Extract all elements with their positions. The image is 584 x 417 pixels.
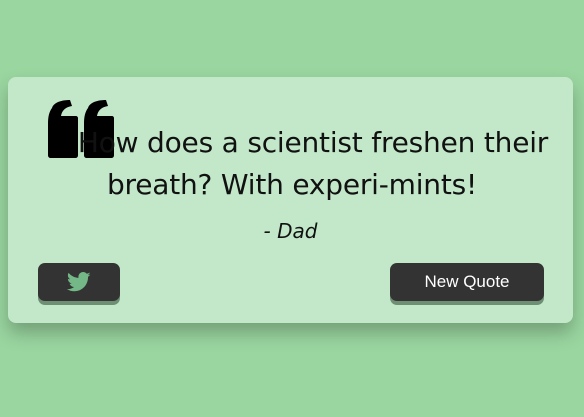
quote-card: How does a scientist freshen their breat…	[8, 77, 573, 323]
quote-text: How does a scientist freshen their breat…	[77, 126, 549, 201]
tweet-button[interactable]	[38, 263, 120, 301]
quote-author: - Dad	[263, 219, 318, 243]
new-quote-button[interactable]: New Quote	[390, 263, 544, 301]
twitter-icon	[67, 272, 91, 292]
